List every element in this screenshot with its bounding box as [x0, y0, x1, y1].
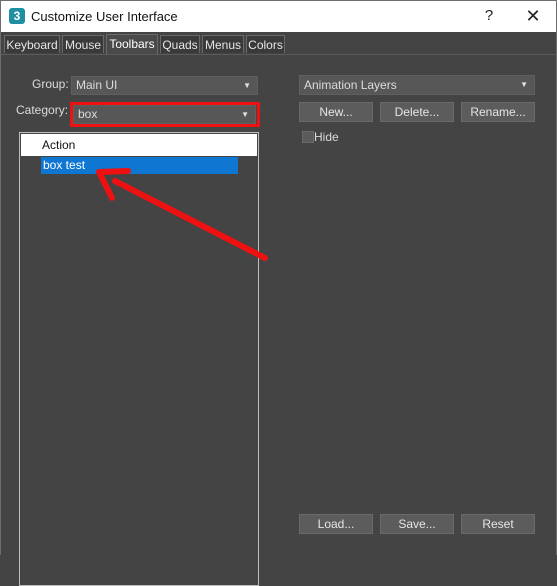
annotation-arrow-icon	[96, 168, 268, 261]
customize-ui-window: 3 Customize User Interface ? ✕ Keyboard …	[0, 0, 557, 586]
